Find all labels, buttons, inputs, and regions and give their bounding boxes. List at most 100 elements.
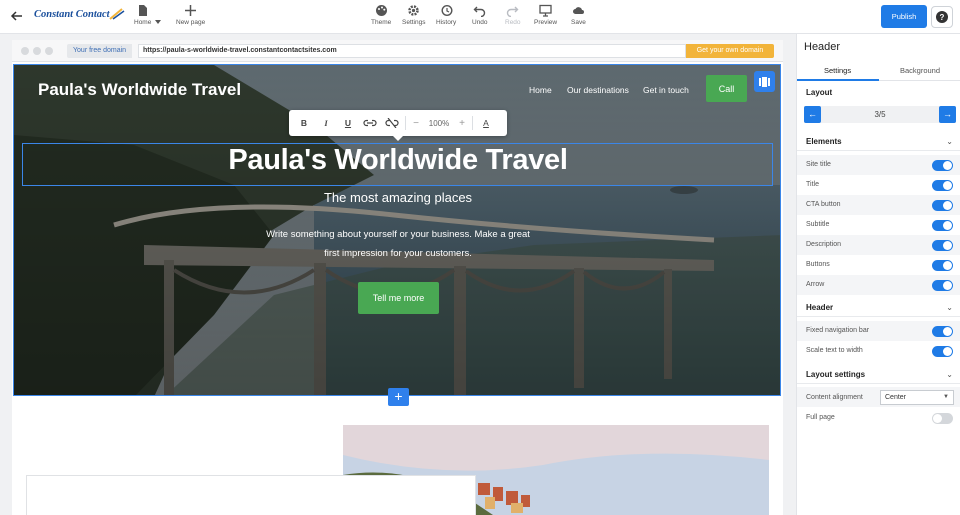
home-label: Home (134, 19, 152, 26)
description-line: Write something about yourself or your b… (266, 229, 530, 240)
site-url: https://paula-s-worldwide-travel.constan… (138, 44, 686, 58)
toolbar-divider (472, 116, 473, 130)
history-button[interactable]: History (436, 4, 456, 30)
editor-canvas: Your free domain https://paula-s-worldwi… (12, 40, 783, 515)
browser-bar: Your free domain https://paula-s-worldwi… (12, 40, 783, 62)
elements-heading[interactable]: Elements ⌄ (797, 132, 960, 151)
preview-button[interactable]: Preview (534, 4, 557, 30)
fixed-nav-toggle[interactable] (932, 326, 953, 337)
chevron-down-icon: ⌄ (946, 370, 953, 379)
content-alignment-value: Center (885, 394, 907, 401)
nav-link-home[interactable]: Home (529, 85, 552, 95)
description-line: first impression for your customers. (324, 248, 472, 259)
help-icon: ? (936, 11, 948, 23)
call-button[interactable]: Call (706, 75, 747, 102)
subtitle-toggle[interactable] (932, 220, 953, 231)
full-page-toggle[interactable] (932, 413, 953, 424)
undo-button[interactable]: Undo (472, 4, 488, 30)
header-heading-label: Header (806, 303, 834, 312)
fixed-nav-label: Fixed navigation bar (806, 327, 870, 334)
add-section-button[interactable]: + (388, 388, 409, 406)
history-label: History (436, 19, 457, 26)
full-page-label: Full page (806, 414, 835, 421)
increase-size-button[interactable]: + (454, 118, 470, 129)
layout-icon (759, 76, 770, 87)
window-dot (33, 47, 41, 55)
chevron-down-icon: ⌄ (946, 303, 953, 312)
layout-value: 3/5 (874, 110, 886, 119)
settings-button[interactable]: Settings (402, 4, 426, 30)
cta-button-toggle[interactable] (932, 200, 953, 211)
constant-contact-logo: Constant Contact (34, 9, 110, 20)
element-site-title-label: Site title (806, 161, 831, 168)
italic-button[interactable]: I (315, 118, 337, 128)
bold-button[interactable]: B (293, 118, 315, 128)
description-toggle[interactable] (932, 240, 953, 251)
underline-button[interactable]: U (337, 118, 359, 128)
theme-button[interactable]: Theme (371, 4, 391, 30)
layout-settings-heading[interactable]: Layout settings ⌄ (797, 365, 960, 384)
header-section[interactable]: Paula's Worldwide Travel Home Our destin… (13, 64, 781, 396)
hero-subtitle[interactable]: The most amazing places (14, 190, 780, 205)
toolbar-divider (405, 116, 406, 130)
tab-background[interactable]: Background (900, 66, 940, 75)
palette-icon (375, 5, 387, 16)
arrow-right-icon[interactable]: → (939, 106, 956, 123)
nav-link-contact[interactable]: Get in touch (643, 85, 689, 95)
chevron-down-icon: ⌄ (946, 137, 953, 146)
content-alignment-select[interactable]: Center ▼ (880, 390, 954, 405)
monitor-icon (539, 4, 552, 17)
get-domain-button[interactable]: Get your own domain (686, 44, 774, 58)
text-format-toolbar: B I U − 100% + A (289, 110, 507, 141)
help-button[interactable]: ? (931, 6, 953, 28)
text-color-button[interactable]: A (475, 118, 497, 128)
tab-settings[interactable]: Settings (824, 66, 851, 75)
back-arrow-icon[interactable] (9, 8, 25, 24)
top-toolbar: Constant Contact Home New page Theme Set… (0, 0, 960, 34)
decrease-size-button[interactable]: − (408, 118, 424, 129)
logo-swoosh-icon (109, 8, 125, 20)
home-page-menu[interactable]: Home (134, 4, 151, 30)
site-title-toggle[interactable] (932, 160, 953, 171)
redo-label: Redo (505, 19, 521, 26)
page-icon (139, 5, 148, 16)
buttons-toggle[interactable] (932, 260, 953, 271)
element-buttons-label: Buttons (806, 261, 830, 268)
new-page-label: New page (176, 19, 206, 26)
element-subtitle-label: Subtitle (806, 221, 830, 228)
nav-link-destinations[interactable]: Our destinations (567, 85, 629, 95)
scale-text-label: Scale text to width (806, 347, 863, 354)
layout-switch-button[interactable] (754, 71, 775, 92)
hero-title[interactable]: Paula's Worldwide Travel (14, 144, 780, 177)
hero-description[interactable]: Write something about yourself or your b… (242, 225, 554, 263)
element-cta-label: CTA button (806, 201, 841, 208)
redo-icon (507, 6, 519, 17)
tell-me-more-button[interactable]: Tell me more (358, 282, 439, 314)
new-page-button[interactable]: New page (176, 4, 205, 30)
text-card (26, 475, 476, 515)
settings-label: Settings (402, 19, 426, 26)
layout-selector: ← 3/5 → (804, 106, 956, 123)
title-toggle[interactable] (932, 180, 953, 191)
chevron-down-icon[interactable] (155, 20, 161, 24)
active-tab-indicator (797, 79, 879, 81)
cloud-icon (572, 7, 584, 14)
layout-heading: Layout (806, 88, 833, 97)
window-dot (21, 47, 29, 55)
arrow-left-icon[interactable]: ← (804, 106, 821, 123)
header-settings-heading[interactable]: Header ⌄ (797, 298, 960, 317)
scale-text-toggle[interactable] (932, 346, 953, 357)
element-title-label: Title (806, 181, 819, 188)
theme-label: Theme (371, 19, 392, 26)
publish-button[interactable]: Publish (881, 5, 927, 28)
site-title[interactable]: Paula's Worldwide Travel (38, 80, 241, 100)
redo-button[interactable]: Redo (505, 4, 521, 30)
layout-settings-label: Layout settings (806, 370, 866, 379)
save-button[interactable]: Save (571, 4, 586, 30)
arrow-toggle[interactable] (932, 280, 953, 291)
elements-heading-label: Elements (806, 137, 842, 146)
element-description-label: Description (806, 241, 842, 248)
unlink-icon[interactable] (381, 118, 403, 128)
free-domain-label: Your free domain (67, 44, 133, 58)
link-icon[interactable] (359, 118, 381, 128)
